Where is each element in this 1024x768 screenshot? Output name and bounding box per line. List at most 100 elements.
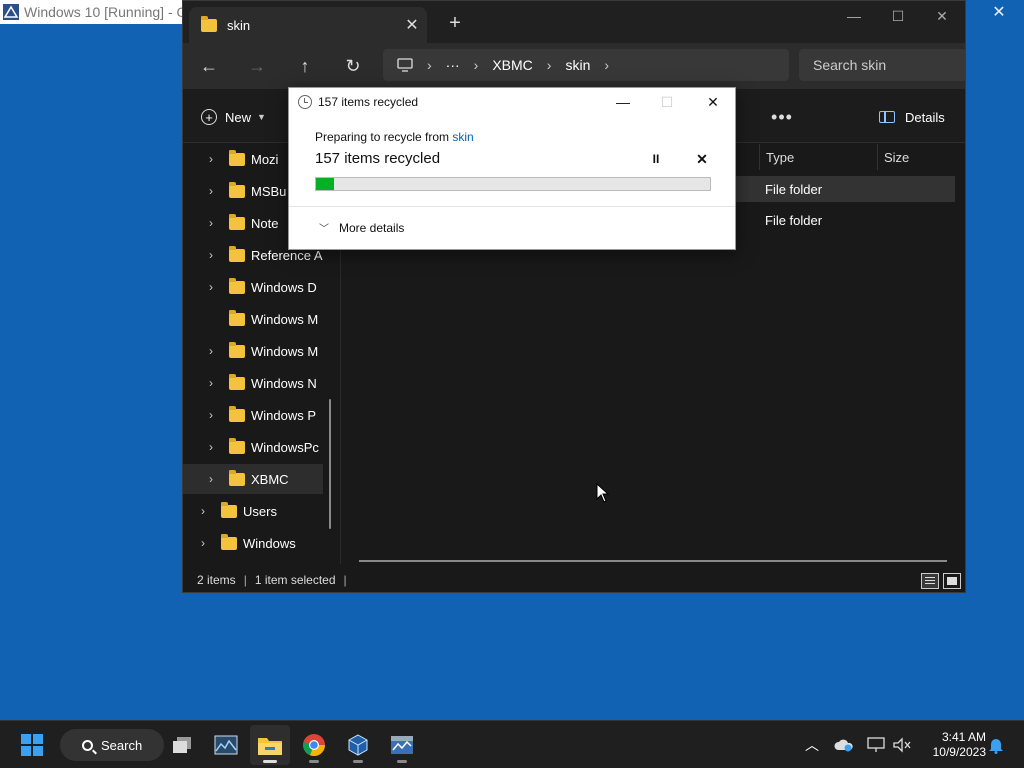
minimize-button[interactable]: — [831, 1, 877, 31]
taskbar-search-label: Search [101, 737, 143, 753]
column-header-size[interactable]: Size [877, 144, 957, 170]
chevron-right-icon[interactable]: › [197, 536, 209, 550]
pause-button[interactable]: II [645, 150, 667, 168]
horizontal-scrollbar[interactable] [359, 560, 947, 562]
details-pane-button[interactable]: Details [879, 103, 945, 131]
column-header-type[interactable]: Type [759, 144, 877, 170]
folder-icon [229, 469, 245, 486]
host-close-button[interactable]: ✕ [985, 0, 1013, 24]
tree-item-label: Windows N [251, 375, 317, 391]
task-manager-button[interactable] [382, 725, 422, 765]
tree-item-label: Windows M [251, 343, 319, 359]
tab-title: skin [227, 17, 251, 33]
system-clock[interactable]: 3:41 AM 10/9/2023 [922, 730, 986, 760]
chevron-right-icon[interactable]: › [205, 440, 217, 454]
folder-icon [229, 373, 245, 390]
chrome-button[interactable] [294, 725, 334, 765]
chevron-right-icon[interactable]: › [197, 504, 209, 518]
network-icon[interactable] [866, 735, 886, 755]
search-input[interactable]: Search skin [799, 49, 965, 81]
back-button[interactable]: ← [193, 51, 225, 81]
tree-item-xbmc[interactable]: › XBMC [183, 464, 323, 494]
chevron-right-icon[interactable]: › [205, 280, 217, 294]
dialog-close-button[interactable]: ✕ [695, 90, 731, 114]
file-row[interactable]: File folder [735, 176, 955, 202]
breadcrumb-overflow[interactable]: ··· [446, 57, 460, 73]
nav-pane-scrollbar[interactable] [329, 399, 331, 529]
chevron-right-icon[interactable]: › [205, 216, 217, 230]
file-type: File folder [765, 181, 823, 197]
breadcrumb-xbmc[interactable]: XBMC [492, 57, 532, 73]
chevron-right-icon[interactable]: › [205, 344, 217, 358]
file-explorer-button[interactable] [250, 725, 290, 765]
running-indicator [309, 760, 319, 763]
tiles-view-button[interactable] [943, 573, 961, 589]
details-view-button[interactable] [921, 573, 939, 589]
tree-item-label: Note [251, 215, 279, 231]
new-tab-button[interactable]: + [443, 11, 467, 35]
chevron-right-icon[interactable]: › [604, 57, 609, 73]
more-options-button[interactable]: ••• [767, 103, 797, 131]
maximize-button[interactable]: ☐ [875, 1, 921, 31]
tab-bar: skin ✕ + — ☐ ✕ [183, 1, 965, 43]
taskbar-search[interactable]: Search [60, 729, 164, 761]
tree-item[interactable]: Windows M [183, 304, 323, 334]
running-indicator [397, 760, 407, 763]
chevron-right-icon[interactable]: › [205, 184, 217, 198]
divider [289, 206, 735, 207]
address-bar[interactable]: › ··· › XBMC › skin › [383, 49, 789, 81]
this-pc-icon[interactable] [397, 58, 413, 72]
dialog-maximize-button: ☐ [660, 93, 674, 110]
separator: | [343, 573, 347, 587]
tree-item[interactable]: › Windows N [183, 368, 323, 398]
details-label: Details [905, 109, 945, 125]
tree-item[interactable]: › Windows D [183, 272, 323, 302]
tree-item[interactable]: › Windows P [183, 400, 323, 430]
navigation-bar: ← → ↑ ↻ › ··· › XBMC › skin › Search ski… [183, 43, 965, 89]
tab-skin[interactable]: skin ✕ [189, 7, 427, 43]
breadcrumb-skin[interactable]: skin [565, 57, 590, 73]
task-manager-icon [391, 736, 413, 754]
new-button[interactable]: + New ▼ [201, 103, 266, 131]
onedrive-icon[interactable] [834, 735, 854, 755]
show-hidden-icons-button[interactable]: ︿ [802, 735, 822, 755]
forward-button[interactable]: → [241, 51, 273, 81]
volume-muted-icon[interactable] [892, 735, 912, 755]
chevron-right-icon[interactable]: › [205, 408, 217, 422]
folder-icon [201, 15, 217, 32]
chevron-right-icon[interactable]: › [547, 57, 552, 73]
chevron-right-icon[interactable]: › [205, 152, 217, 166]
photos-app-button[interactable] [206, 725, 246, 765]
start-button[interactable] [12, 725, 52, 765]
tree-item[interactable]: › Windows [183, 528, 323, 558]
close-window-button[interactable]: ✕ [919, 1, 965, 31]
tree-item-label: XBMC [251, 471, 289, 487]
task-view-button[interactable] [162, 725, 202, 765]
tree-item[interactable]: › WindowsPc [183, 432, 323, 462]
tree-item[interactable]: › Windows M [183, 336, 323, 366]
tree-item-label: WindowsPc [251, 439, 319, 455]
tree-item-label: Windows D [251, 279, 317, 295]
close-tab-icon[interactable]: ✕ [397, 15, 427, 35]
folder-icon [229, 437, 245, 454]
file-row[interactable]: File folder [735, 207, 955, 233]
recycle-source-link[interactable]: skin [452, 130, 473, 144]
more-details-toggle[interactable]: ﹀ More details [319, 220, 404, 236]
folder-icon [229, 341, 245, 358]
tree-item[interactable]: › Users [183, 496, 323, 526]
start-icon [21, 734, 43, 756]
notification-bell-icon[interactable] [986, 735, 1006, 755]
chevron-right-icon[interactable]: › [205, 472, 217, 486]
chevron-right-icon[interactable]: › [205, 248, 217, 262]
dialog-minimize-button[interactable]: — [605, 90, 641, 114]
refresh-button[interactable]: ↻ [337, 51, 369, 81]
search-placeholder: Search skin [813, 57, 887, 73]
chevron-right-icon[interactable]: › [205, 376, 217, 390]
virtualbox-button[interactable] [338, 725, 378, 765]
cancel-button[interactable]: ✕ [691, 150, 713, 168]
up-button[interactable]: ↑ [289, 51, 321, 81]
chevron-right-icon[interactable]: › [427, 57, 432, 73]
chevron-right-icon[interactable]: › [474, 57, 479, 73]
clock-icon [298, 95, 312, 109]
mouse-cursor-icon [596, 483, 610, 503]
